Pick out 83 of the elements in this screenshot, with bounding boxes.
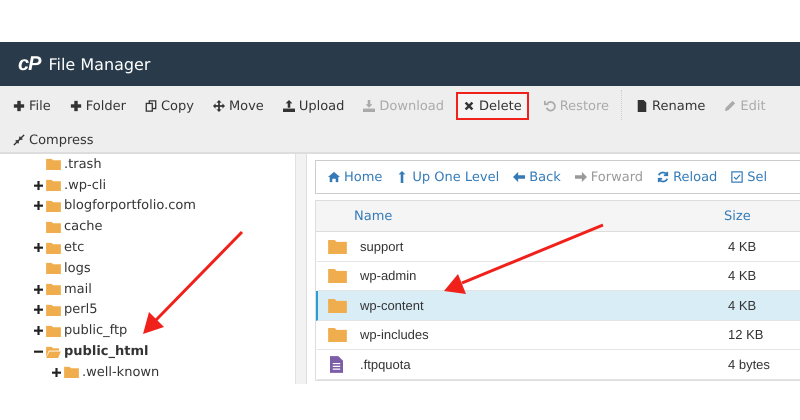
move-icon (212, 100, 225, 112)
pencil-icon (724, 100, 736, 112)
file-row[interactable]: .ftpquota 4 bytes (316, 350, 800, 380)
back-button[interactable]: Back (511, 170, 563, 184)
reload-button[interactable]: Reload (655, 170, 720, 184)
plus-icon[interactable] (34, 180, 43, 190)
open-folder-icon (46, 346, 61, 358)
folder-icon (46, 262, 61, 274)
plus-button[interactable]: Folder (62, 92, 133, 120)
plus-icon (13, 100, 25, 112)
plus-icon[interactable] (34, 243, 43, 252)
folder-name[interactable]: logs (64, 260, 91, 276)
document-icon (330, 356, 343, 373)
right-arrow-icon (574, 171, 587, 183)
file-name: wp-content (360, 298, 425, 313)
folder-name[interactable]: .well-known (82, 364, 160, 380)
scrollbar[interactable] (295, 154, 306, 384)
folder-name[interactable]: .wp-cli (64, 178, 106, 193)
folder-icon (46, 158, 61, 170)
folder-icon (46, 324, 61, 337)
file-name: wp-includes (360, 327, 430, 342)
file-name: wp-admin (360, 268, 418, 284)
file-size: 12 KB (728, 327, 764, 342)
folder-icon (46, 242, 61, 254)
compress-icon (13, 134, 25, 146)
copy-button[interactable]: Copy (138, 92, 201, 120)
file-row[interactable]: wp-includes 12 KB (316, 320, 800, 350)
file-row[interactable]: wp-content 4 KB (316, 291, 800, 320)
file-name: .ftpquota (360, 356, 412, 372)
file-size: 4 bytes (728, 356, 771, 372)
folder-icon (328, 327, 347, 342)
column-header[interactable]: Name (354, 208, 724, 224)
plus-button[interactable]: File (6, 92, 58, 120)
plus-icon[interactable] (52, 368, 61, 377)
folder-name[interactable]: .trash (64, 156, 102, 172)
plus-icon[interactable] (34, 201, 43, 210)
reload-icon (657, 171, 670, 183)
file-size: 4 KB (728, 298, 758, 313)
download-icon (363, 100, 376, 112)
folder-icon (328, 268, 347, 284)
plus-icon[interactable] (34, 284, 43, 294)
file-size: 4 KB (728, 238, 758, 254)
folder-name[interactable]: blogforportfolio.com (64, 198, 196, 214)
app-title: File Manager (48, 54, 150, 74)
select-button[interactable]: Sel (729, 170, 770, 184)
plus-icon (70, 100, 82, 112)
folder-icon (328, 238, 347, 254)
folder-name[interactable]: perl5 (64, 302, 98, 318)
column-header[interactable]: Size (724, 208, 800, 224)
plus-icon[interactable] (34, 305, 43, 314)
folder-name[interactable]: public_ftp (64, 323, 128, 338)
folder-name[interactable]: mail (64, 282, 92, 297)
document-icon (636, 100, 648, 112)
left-arrow-icon (513, 171, 526, 183)
folder-icon (64, 366, 79, 378)
folder-name[interactable]: public_html (64, 344, 148, 360)
folder-icon (328, 298, 347, 313)
folder-icon (46, 283, 61, 296)
undo-icon (544, 100, 556, 112)
move-button[interactable]: Move (206, 92, 271, 120)
folder-name[interactable]: etc (64, 240, 84, 256)
compress-button[interactable]: Compress (6, 126, 101, 154)
plus-icon[interactable] (34, 326, 43, 336)
close-icon (463, 100, 475, 112)
rename-button[interactable]: Rename (629, 92, 712, 120)
home-button[interactable]: Home (326, 170, 384, 184)
delete-button[interactable]: Delete (456, 92, 529, 120)
folder-name[interactable]: cache (64, 219, 102, 234)
checkbox-icon (731, 171, 744, 183)
file-size: 4 KB (728, 268, 758, 284)
file-name: support (360, 238, 404, 254)
folder-icon (46, 200, 61, 212)
logo: cP (18, 52, 40, 76)
upload-button[interactable]: Upload (276, 92, 352, 120)
file-row[interactable]: support 4 KB (316, 232, 800, 262)
upload-icon (282, 100, 295, 112)
copy-icon (144, 100, 157, 112)
folder-icon (46, 304, 61, 316)
folder-icon (46, 179, 61, 192)
home-icon (328, 171, 340, 183)
folder-icon (46, 220, 61, 233)
up-arrow-icon (396, 171, 408, 183)
up-button[interactable]: Up One Level (394, 170, 502, 184)
